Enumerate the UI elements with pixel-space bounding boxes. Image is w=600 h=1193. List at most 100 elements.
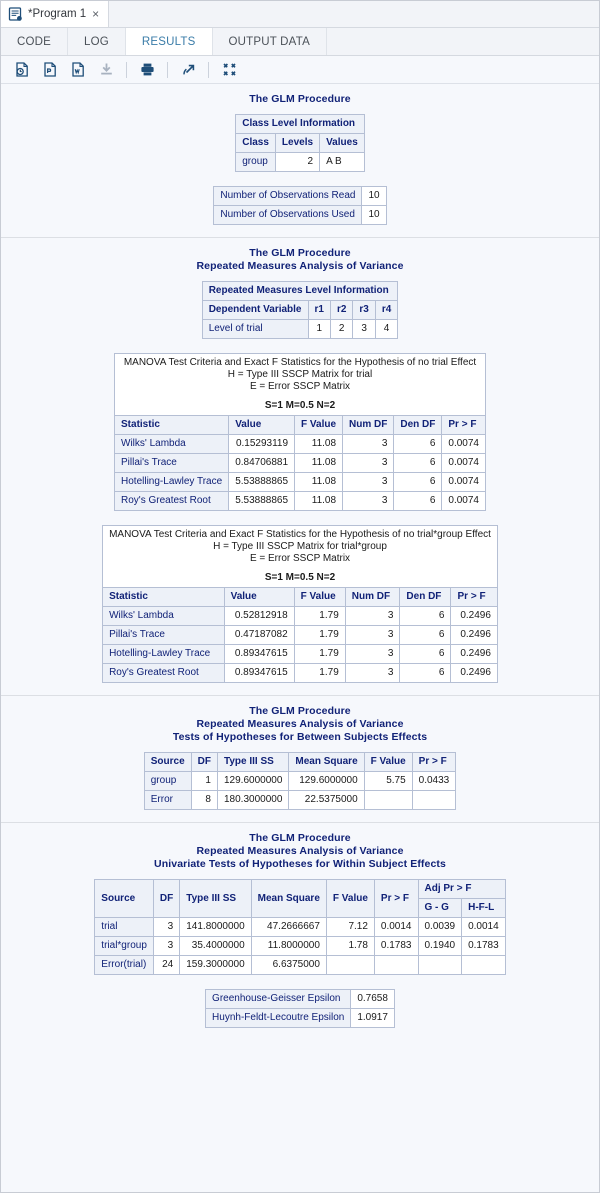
col-den-df: Den DF bbox=[399, 587, 452, 607]
table-row: Wilks' Lambda 0.52812918 1.79 3 6 0.2496 bbox=[102, 606, 498, 626]
table-row: group 1 129.6000000 129.6000000 5.75 0.0… bbox=[143, 771, 457, 791]
col-type-iii-ss: Type III SS bbox=[179, 879, 252, 918]
section4-title-line1: The GLM Procedure bbox=[249, 832, 351, 844]
cell-gg bbox=[417, 955, 463, 975]
cell-pr-f: 0.0074 bbox=[441, 434, 486, 454]
section3-title: The GLM Procedure Repeated Measures Anal… bbox=[1, 705, 599, 744]
col-pr-f: Pr > F bbox=[441, 415, 486, 435]
between-subjects-effects-table: Source DF Type III SS Mean Square F Valu… bbox=[143, 752, 457, 810]
cell-pr-f: 0.2496 bbox=[450, 644, 498, 664]
observations-table-wrap: Number of Observations Read 10 Number of… bbox=[1, 186, 599, 225]
cell-pr-f: 0.2496 bbox=[450, 663, 498, 683]
col-mean-square: Mean Square bbox=[250, 879, 327, 918]
within-subject-effects-table: Source DF Type III SS Mean Square F Valu… bbox=[94, 879, 506, 975]
col-f-value: F Value bbox=[294, 415, 344, 435]
col-value: Value bbox=[228, 415, 296, 435]
col-values: Values bbox=[319, 133, 365, 153]
cell-level-4: 4 bbox=[374, 319, 399, 339]
cell-value: 0.47187082 bbox=[223, 625, 295, 645]
cell-pr-f: 0.2496 bbox=[450, 606, 498, 626]
download-icon[interactable] bbox=[93, 58, 119, 82]
cell-value: 0.84706881 bbox=[228, 453, 296, 473]
table-row: Pillai's Trace 0.84706881 11.08 3 6 0.00… bbox=[114, 453, 486, 473]
between-subjects-table-wrap: Source DF Type III SS Mean Square F Valu… bbox=[1, 752, 599, 810]
cell-num-df: 3 bbox=[342, 472, 395, 492]
cell-value: 0.89347615 bbox=[223, 644, 295, 664]
close-icon[interactable]: × bbox=[91, 8, 100, 20]
table-row: trial*group 3 35.4000000 11.8000000 1.78… bbox=[94, 936, 506, 956]
cell-r3: r3 bbox=[352, 300, 376, 320]
label-observations-read: Number of Observations Read bbox=[213, 186, 363, 206]
tab-log[interactable]: LOG bbox=[68, 28, 126, 55]
cell-den-df: 6 bbox=[399, 644, 452, 664]
cell-pr-f bbox=[373, 955, 419, 975]
cell-df: 8 bbox=[190, 790, 218, 810]
tab-results[interactable]: RESULTS bbox=[125, 28, 213, 55]
cell-num-df: 3 bbox=[344, 606, 401, 626]
sas-program-icon bbox=[8, 6, 23, 22]
cell-f-value bbox=[363, 790, 413, 810]
cell-mean-square: 47.2666667 bbox=[250, 917, 327, 937]
col-group-adj-pr-f: Adj Pr > F bbox=[417, 879, 506, 899]
cell-f-value: 1.79 bbox=[293, 644, 346, 664]
print-icon[interactable] bbox=[134, 58, 160, 82]
cell-f-value: 11.08 bbox=[294, 434, 344, 454]
table-caption-row: MANOVA Test Criteria and Exact F Statist… bbox=[102, 525, 498, 588]
tab-code[interactable]: CODE bbox=[1, 28, 69, 55]
table-row: Number of Observations Used 10 bbox=[213, 205, 387, 225]
sas-studio-window: *Program 1 × CODE LOG RESULTS OUTPUT DAT… bbox=[0, 0, 600, 1193]
banner-line-1: MANOVA Test Criteria and Exact F Statist… bbox=[109, 529, 491, 540]
banner-line-4: S=1 M=0.5 N=2 bbox=[264, 400, 336, 411]
cell-num-df: 3 bbox=[344, 625, 401, 645]
col-num-df: Num DF bbox=[344, 587, 401, 607]
col-df: DF bbox=[190, 752, 218, 772]
col-df: DF bbox=[152, 879, 181, 918]
cell-mean-square: 22.5375000 bbox=[288, 790, 365, 810]
table-row: trial 3 141.8000000 47.2666667 7.12 0.00… bbox=[94, 917, 506, 937]
cell-source: trial bbox=[94, 917, 154, 937]
cell-f-value: 1.79 bbox=[293, 625, 346, 645]
cell-pr-f: 0.0074 bbox=[441, 472, 486, 492]
table-header-row: Class Levels Values bbox=[235, 133, 365, 153]
results-pane[interactable]: The GLM Procedure Class Level Informatio… bbox=[1, 84, 599, 1192]
cell-num-df: 3 bbox=[342, 491, 395, 511]
toolbar-separator-3 bbox=[208, 61, 209, 78]
cell-source: group bbox=[143, 771, 192, 791]
cell-value: 5.53888865 bbox=[228, 472, 296, 492]
cell-value: 0.15293119 bbox=[228, 434, 296, 454]
value-observations-used: 10 bbox=[361, 205, 387, 225]
export-pdf-icon[interactable] bbox=[37, 58, 63, 82]
cell-hfl bbox=[461, 955, 506, 975]
export-html-icon[interactable] bbox=[9, 58, 35, 82]
class-level-table-wrap: Class Level Information Class Levels Val… bbox=[1, 114, 599, 172]
toolbar-separator-1 bbox=[126, 61, 127, 78]
document-tab-program-1[interactable]: *Program 1 × bbox=[1, 1, 110, 27]
cell-df: 1 bbox=[190, 771, 218, 791]
open-in-new-window-icon[interactable] bbox=[175, 58, 201, 82]
cell-gg: 0.0039 bbox=[417, 917, 463, 937]
epsilon-table: Greenhouse-Geisser Epsilon 0.7658 Huynh-… bbox=[205, 989, 395, 1028]
col-gg: G - G bbox=[417, 898, 463, 918]
within-subject-table-wrap: Source DF Type III SS Mean Square F Valu… bbox=[1, 879, 599, 975]
cell-type-iii-ss: 159.3000000 bbox=[179, 955, 252, 975]
export-word-icon[interactable] bbox=[65, 58, 91, 82]
results-section-within-subject: The GLM Procedure Repeated Measures Anal… bbox=[1, 823, 599, 1040]
cell-source: trial*group bbox=[94, 936, 154, 956]
cell-den-df: 6 bbox=[393, 491, 443, 511]
table-caption-row: Class Level Information bbox=[235, 114, 365, 134]
cell-level-2: 2 bbox=[329, 319, 354, 339]
col-statistic: Statistic bbox=[114, 415, 230, 435]
label-observations-used: Number of Observations Used bbox=[213, 205, 363, 225]
section2-title: The GLM Procedure Repeated Measures Anal… bbox=[1, 247, 599, 273]
table-row: Number of Observations Read 10 bbox=[213, 186, 387, 206]
table-row: Greenhouse-Geisser Epsilon 0.7658 bbox=[205, 989, 395, 1009]
level-info-table-wrap: Repeated Measures Level Information Depe… bbox=[1, 281, 599, 339]
value-huynh-feldt-lecoutre-epsilon: 1.0917 bbox=[350, 1008, 395, 1028]
collapse-icon[interactable] bbox=[216, 58, 242, 82]
cell-gg: 0.1940 bbox=[417, 936, 463, 956]
section3-title-line3: Tests of Hypotheses for Between Subjects… bbox=[172, 731, 428, 743]
cell-f-value: 7.12 bbox=[325, 917, 375, 937]
tab-output-data[interactable]: OUTPUT DATA bbox=[213, 28, 327, 55]
view-tab-filler bbox=[327, 28, 599, 55]
